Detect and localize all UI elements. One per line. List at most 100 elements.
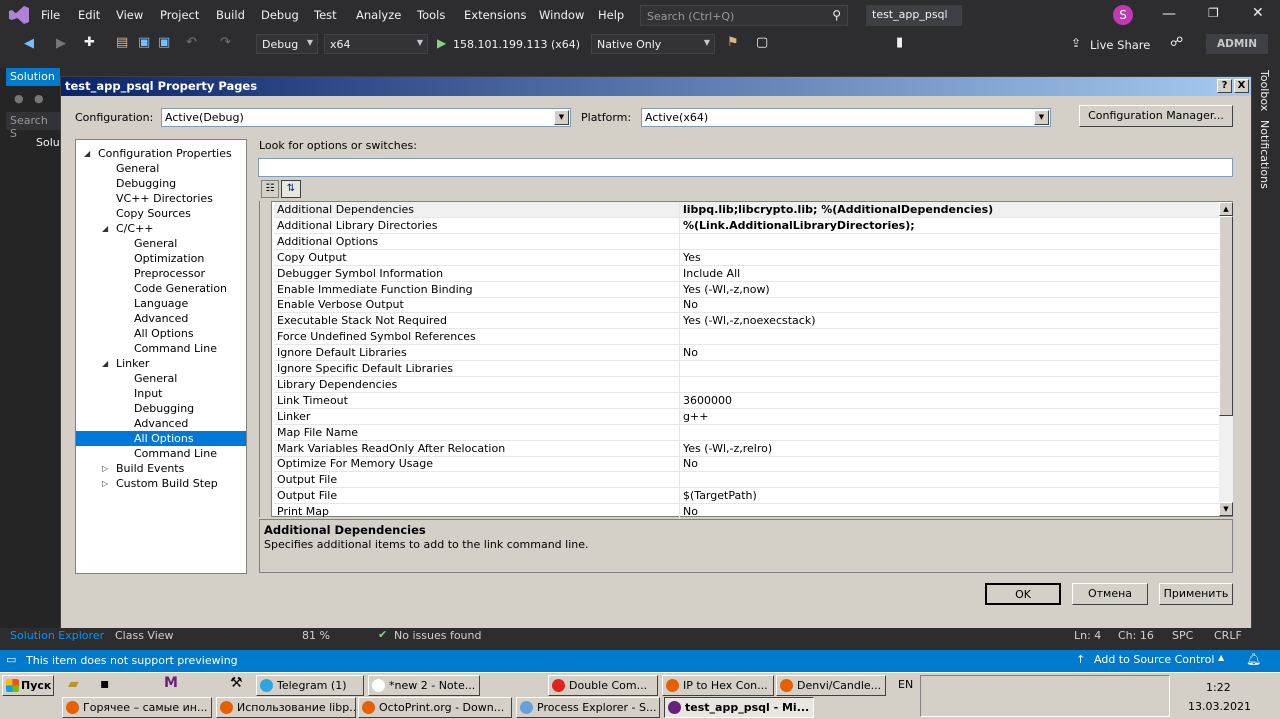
property-tree[interactable]: ◢ Configuration Properties General Debuggin…: [75, 139, 247, 574]
scroll-up-icon[interactable]: ▲: [1219, 202, 1233, 216]
platform-combo[interactable]: x64 ▼: [324, 34, 428, 54]
live-share-icon[interactable]: ⇪: [1071, 36, 1081, 50]
property-row[interactable]: Executable Stack Not Required Yes (-Wl,-z…: [274, 313, 1219, 330]
menu-project[interactable]: Project: [160, 8, 199, 22]
property-value[interactable]: No: [683, 457, 698, 470]
tree-item[interactable]: Language: [76, 296, 246, 311]
property-value[interactable]: 3600000: [683, 394, 732, 407]
tree-item[interactable]: Preprocessor: [76, 266, 246, 281]
property-row[interactable]: Debugger Symbol Information Include All: [274, 265, 1219, 282]
property-row[interactable]: Output File: [274, 472, 1219, 489]
tree-item[interactable]: Command Line: [76, 446, 246, 461]
config-combo[interactable]: Debug ▼: [256, 34, 318, 54]
tree-item[interactable]: Debugging: [76, 401, 246, 416]
quicklaunch-vs-icon[interactable]: M: [164, 675, 178, 691]
bookmark-icon[interactable]: ▮: [896, 35, 903, 50]
ok-button[interactable]: OK: [985, 583, 1061, 605]
zoom-level[interactable]: 81 %: [302, 629, 330, 642]
property-value[interactable]: No: [683, 298, 698, 311]
categorized-view-icon[interactable]: ☷: [261, 180, 279, 198]
taskbar-window-button[interactable]: Горячее – самые ин...: [62, 697, 212, 718]
tree-item[interactable]: Debugging: [76, 176, 246, 191]
panel-search[interactable]: Search S: [6, 112, 60, 140]
property-row[interactable]: Enable Immediate Function Binding Yes (-W…: [274, 281, 1219, 298]
toolbar-tool-icon[interactable]: ⚑: [727, 35, 739, 50]
toolbox-tab[interactable]: Toolbox: [1258, 70, 1271, 111]
start-button[interactable]: Пуск: [2, 675, 54, 696]
property-value[interactable]: Yes (-Wl,-z,noexecstack): [683, 314, 816, 327]
dialog-help-button[interactable]: ?: [1217, 79, 1232, 93]
redo-icon[interactable]: ↷: [220, 35, 231, 50]
collapse-icon[interactable]: ◢: [84, 146, 90, 161]
restore-icon[interactable]: ❐: [1208, 6, 1219, 20]
taskbar-window-button[interactable]: IP to Hex Con...: [662, 675, 774, 696]
property-row[interactable]: Linker g++: [274, 408, 1219, 425]
tree-item[interactable]: Advanced: [76, 416, 246, 431]
new-item-icon[interactable]: ✚: [84, 35, 95, 50]
property-value[interactable]: Yes: [683, 251, 701, 264]
property-value[interactable]: Yes (-Wl,-z,now): [683, 283, 770, 296]
configuration-select[interactable]: Active(Debug) ▼: [161, 108, 571, 127]
menu-view[interactable]: View: [116, 8, 143, 22]
tree-item[interactable]: Copy Sources: [76, 206, 246, 221]
tree-item[interactable]: General: [76, 161, 246, 176]
menu-file[interactable]: File: [41, 8, 60, 22]
collapse-icon[interactable]: ◢: [102, 221, 108, 236]
taskbar-window-button[interactable]: Использование libp...: [216, 697, 356, 718]
save-icon[interactable]: ▣: [138, 35, 150, 50]
tree-item[interactable]: Code Generation: [76, 281, 246, 296]
language-indicator[interactable]: EN: [898, 678, 913, 691]
property-row[interactable]: Output File $(TargetPath): [274, 488, 1219, 505]
tree-item[interactable]: ▷ Custom Build Step: [76, 476, 246, 491]
property-value[interactable]: No: [683, 346, 698, 359]
property-grid[interactable]: Additional Dependencies libpq.lib;libcryp…: [271, 201, 1233, 521]
tree-item[interactable]: Advanced: [76, 311, 246, 326]
tree-item[interactable]: ◢ C/C++: [76, 221, 246, 236]
property-value[interactable]: libpq.lib;libcrypto.lib; %(AdditionalDep…: [683, 203, 993, 216]
menu-debug[interactable]: Debug: [261, 8, 299, 22]
minimize-icon[interactable]: —: [1162, 6, 1176, 22]
taskbar-window-button[interactable]: Telegram (1): [256, 675, 364, 696]
property-row[interactable]: Additional Options: [274, 233, 1219, 250]
debugger-combo[interactable]: Native Only ▼: [591, 34, 715, 54]
menu-build[interactable]: Build: [216, 8, 245, 22]
tree-item[interactable]: Command Line: [76, 341, 246, 356]
open-icon[interactable]: ▤: [116, 35, 128, 50]
tree-item[interactable]: ◢ Configuration Properties: [76, 146, 246, 161]
apply-button[interactable]: Применить: [1159, 583, 1233, 605]
clock-time[interactable]: 1:22: [1206, 681, 1231, 694]
close-icon[interactable]: ✕: [1252, 5, 1264, 21]
taskbar-window-button[interactable]: test_app_psql - Mi...: [664, 697, 814, 718]
property-row[interactable]: Optimize For Memory Usage No: [274, 456, 1219, 473]
live-share-button[interactable]: Live Share: [1090, 38, 1150, 52]
notifications-tab[interactable]: Notifications: [1258, 120, 1271, 189]
panel-forward-icon[interactable]: ●: [34, 92, 44, 105]
quicklaunch-tool-icon[interactable]: ⚒: [230, 675, 243, 691]
issues-label[interactable]: No issues found: [394, 629, 481, 642]
dialog-close-button[interactable]: X: [1234, 79, 1249, 93]
menu-tools[interactable]: Tools: [417, 8, 445, 22]
scroll-down-icon[interactable]: ▼: [1219, 502, 1233, 516]
notification-bell-icon[interactable]: 🔔︎: [1246, 652, 1261, 666]
clock-date[interactable]: 13.03.2021: [1188, 700, 1251, 713]
platform-select[interactable]: Active(x64) ▼: [641, 108, 1051, 127]
tree-item[interactable]: General: [76, 371, 246, 386]
property-row[interactable]: Map File Name: [274, 424, 1219, 441]
toolbar-screen-icon[interactable]: ▢: [756, 35, 768, 50]
tree-item[interactable]: Input: [76, 386, 246, 401]
back-icon[interactable]: ◀: [24, 36, 34, 51]
property-row[interactable]: Print Map No: [274, 504, 1219, 521]
tree-item[interactable]: ▷ Build Events: [76, 461, 246, 476]
feedback-icon[interactable]: ☍: [1170, 35, 1183, 50]
vs-logo-icon[interactable]: [8, 5, 30, 25]
quicklaunch-cmd-icon[interactable]: ▪: [100, 676, 110, 692]
property-value[interactable]: Include All: [683, 267, 740, 280]
expand-icon[interactable]: ▷: [102, 476, 108, 491]
sort-alphabetical-icon[interactable]: ⇅: [281, 180, 301, 198]
menu-window[interactable]: Window: [539, 8, 584, 22]
menu-edit[interactable]: Edit: [78, 8, 100, 22]
property-value[interactable]: $(TargetPath): [683, 489, 757, 502]
property-row[interactable]: Library Dependencies: [274, 376, 1219, 393]
property-row[interactable]: Additional Library Directories %(Link.Add…: [274, 217, 1219, 234]
forward-icon[interactable]: ▶: [56, 36, 66, 51]
